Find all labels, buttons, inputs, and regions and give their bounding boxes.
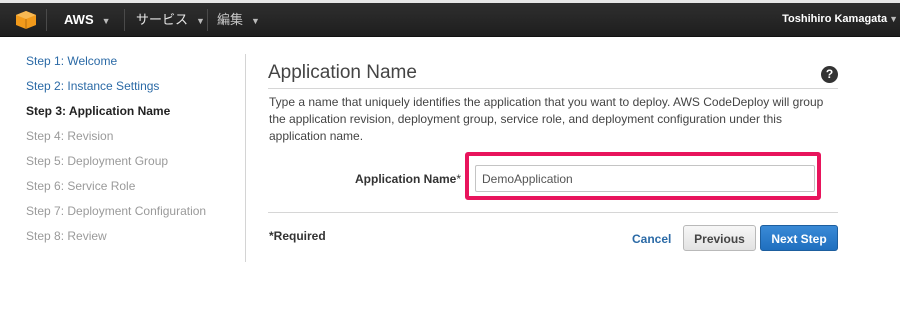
application-name-label-text: Application Name	[355, 172, 457, 186]
required-asterisk: *	[456, 172, 462, 186]
chevron-down-icon: ▼	[889, 14, 898, 24]
user-name: Toshihiro Kamagata	[782, 13, 888, 25]
step-revision: Step 4: Revision	[26, 129, 114, 143]
main-panel: Application Name ?	[268, 60, 838, 86]
aws-menu-label: AWS	[64, 12, 94, 27]
application-name-label: Application Name*	[355, 172, 461, 186]
description-text: Type a name that uniquely identifies the…	[269, 95, 824, 143]
application-name-input[interactable]	[475, 165, 815, 192]
cancel-button[interactable]: Cancel	[626, 225, 672, 251]
step-welcome[interactable]: Step 1: Welcome	[26, 52, 236, 77]
required-note: *Required	[269, 229, 326, 243]
form-divider	[268, 212, 838, 213]
help-icon[interactable]: ?	[821, 66, 838, 83]
title-divider	[268, 88, 838, 89]
step-deployment-group: Step 5: Deployment Group	[26, 154, 169, 168]
step-review: Step 8: Review	[26, 229, 107, 243]
user-menu[interactable]: Toshihiro Kamagata ▼	[782, 3, 900, 36]
step-instance-settings[interactable]: Step 2: Instance Settings	[26, 77, 236, 102]
aws-menu[interactable]: AWS ▼	[64, 3, 111, 36]
wizard-steps: Step 1: Welcome Step 2: Instance Setting…	[26, 52, 236, 252]
sidebar-divider	[245, 54, 246, 262]
nav-separator	[207, 9, 208, 31]
step-application-name: Step 3: Application Name	[26, 104, 171, 118]
step-service-role: Step 6: Service Role	[26, 179, 136, 193]
services-menu-label: サービス	[136, 12, 189, 27]
step-deployment-configuration: Step 7: Deployment Configuration	[26, 204, 207, 218]
nav-separator	[124, 9, 125, 31]
top-navigation-bar: AWS ▼ サービス ▼ 編集 ▼ Toshihiro Kamagata ▼	[0, 3, 900, 37]
services-menu[interactable]: サービス ▼	[136, 3, 205, 36]
page-title: Application Name	[268, 62, 417, 83]
edit-menu[interactable]: 編集 ▼	[217, 3, 260, 36]
next-step-button[interactable]: Next Step	[760, 225, 838, 251]
chevron-down-icon: ▼	[196, 16, 205, 26]
previous-button[interactable]: Previous	[683, 225, 756, 251]
edit-menu-label: 編集	[217, 12, 244, 27]
chevron-down-icon: ▼	[101, 16, 111, 26]
chevron-down-icon: ▼	[251, 16, 260, 26]
aws-cube-logo-icon[interactable]	[16, 11, 36, 29]
nav-separator	[46, 9, 47, 31]
